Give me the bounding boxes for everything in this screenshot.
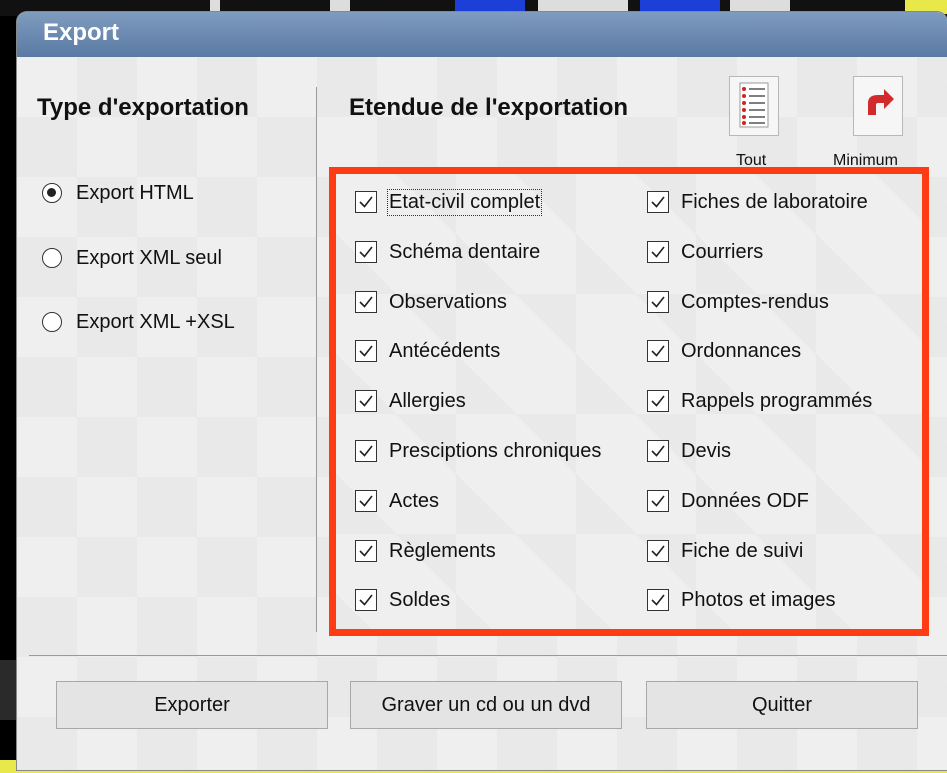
- checklist-icon: [739, 82, 769, 128]
- radio-button[interactable]: [42, 312, 62, 332]
- checkbox-schema-dentaire[interactable]: Schéma dentaire: [355, 237, 540, 267]
- checkbox-checked[interactable]: [647, 191, 669, 213]
- undo-arrow-icon: [868, 89, 894, 115]
- checkbox-checked[interactable]: [647, 490, 669, 512]
- checkbox-checked[interactable]: [355, 340, 377, 362]
- export-scope-heading: Etendue de l'exportation: [349, 94, 629, 121]
- dialog-title: Export: [43, 19, 120, 46]
- checkbox-label: Presciptions chroniques: [389, 439, 602, 462]
- select-minimum-button[interactable]: [853, 76, 903, 136]
- checkbox-fiches-laboratoire[interactable]: Fiches de laboratoire: [647, 187, 868, 217]
- checkbox-fiche-suivi[interactable]: Fiche de suivi: [647, 536, 803, 566]
- checkbox-label: Antécédents: [389, 339, 501, 362]
- checkbox-checked[interactable]: [355, 440, 377, 462]
- checkbox-label: Données ODF: [681, 489, 809, 512]
- checkbox-label: Devis: [681, 439, 732, 462]
- select-all-button[interactable]: [729, 76, 779, 136]
- export-dialog: Export Type d'exportation Export HTML Ex…: [17, 12, 947, 770]
- checkbox-checked[interactable]: [355, 490, 377, 512]
- checkbox-label: Allergies: [389, 389, 466, 412]
- checkbox-label: Photos et images: [681, 588, 836, 611]
- checkbox-label: Courriers: [681, 240, 764, 263]
- checkbox-checked[interactable]: [647, 241, 669, 263]
- checkbox-label: Etat-civil complet: [386, 188, 543, 216]
- radio-button-selected[interactable]: [42, 183, 62, 203]
- checkbox-checked[interactable]: [647, 440, 669, 462]
- checkbox-checked[interactable]: [647, 540, 669, 562]
- checkbox-label: Soldes: [389, 588, 451, 611]
- checkbox-ordonnances[interactable]: Ordonnances: [647, 336, 801, 366]
- checkbox-label: Fiches de laboratoire: [681, 190, 868, 213]
- checkbox-label: Actes: [389, 489, 440, 512]
- checkbox-allergies[interactable]: Allergies: [355, 386, 466, 416]
- checkbox-checked[interactable]: [355, 241, 377, 263]
- checkbox-label: Fiche de suivi: [681, 539, 804, 562]
- checkbox-donnees-odf[interactable]: Données ODF: [647, 486, 809, 516]
- checkbox-checked[interactable]: [647, 340, 669, 362]
- checkbox-prescriptions[interactable]: Presciptions chroniques: [355, 436, 601, 466]
- checkbox-devis[interactable]: Devis: [647, 436, 731, 466]
- checkbox-label: Règlements: [389, 539, 496, 562]
- checkbox-label: Observations: [389, 290, 507, 313]
- checkbox-actes[interactable]: Actes: [355, 486, 439, 516]
- checkbox-label: Schéma dentaire: [389, 240, 541, 263]
- radio-export-xml-xsl[interactable]: Export XML +XSL: [42, 307, 235, 337]
- checkbox-checked[interactable]: [355, 589, 377, 611]
- quit-button[interactable]: Quitter: [646, 681, 918, 729]
- checkbox-checked[interactable]: [355, 291, 377, 313]
- burn-disc-button[interactable]: Graver un cd ou un dvd: [350, 681, 622, 729]
- checkbox-checked[interactable]: [647, 589, 669, 611]
- checkbox-courriers[interactable]: Courriers: [647, 237, 763, 267]
- radio-button[interactable]: [42, 248, 62, 268]
- checkbox-rappels[interactable]: Rappels programmés: [647, 386, 872, 416]
- title-bar: Export: [17, 12, 947, 57]
- checkbox-reglements[interactable]: Règlements: [355, 536, 496, 566]
- checkbox-checked[interactable]: [355, 540, 377, 562]
- scope-checkbox-group: Etat-civil complet Schéma dentaire Obser…: [329, 167, 929, 636]
- dialog-content: Type d'exportation Export HTML Export XM…: [17, 57, 947, 770]
- export-type-heading: Type d'exportation: [37, 94, 249, 121]
- checkbox-soldes[interactable]: Soldes: [355, 585, 450, 615]
- vertical-divider: [316, 87, 317, 632]
- radio-export-xml[interactable]: Export XML seul: [42, 243, 222, 273]
- checkbox-label: Rappels programmés: [681, 389, 873, 412]
- checkbox-label: Comptes-rendus: [681, 290, 829, 313]
- checkbox-photos[interactable]: Photos et images: [647, 585, 836, 615]
- checkbox-checked[interactable]: [647, 390, 669, 412]
- radio-label: Export XML seul: [76, 246, 222, 269]
- checkbox-antecedents[interactable]: Antécédents: [355, 336, 500, 366]
- checkbox-comptes-rendus[interactable]: Comptes-rendus: [647, 287, 829, 317]
- checkbox-observations[interactable]: Observations: [355, 287, 507, 317]
- horizontal-divider: [29, 655, 947, 656]
- checkbox-etat-civil[interactable]: Etat-civil complet: [355, 187, 543, 217]
- radio-label: Export XML +XSL: [76, 310, 235, 333]
- radio-export-html[interactable]: Export HTML: [42, 178, 194, 208]
- export-button[interactable]: Exporter: [56, 681, 328, 729]
- checkbox-label: Ordonnances: [681, 339, 802, 362]
- radio-label: Export HTML: [76, 181, 194, 204]
- checkbox-checked[interactable]: [647, 291, 669, 313]
- checkbox-checked[interactable]: [355, 191, 377, 213]
- checkbox-checked[interactable]: [355, 390, 377, 412]
